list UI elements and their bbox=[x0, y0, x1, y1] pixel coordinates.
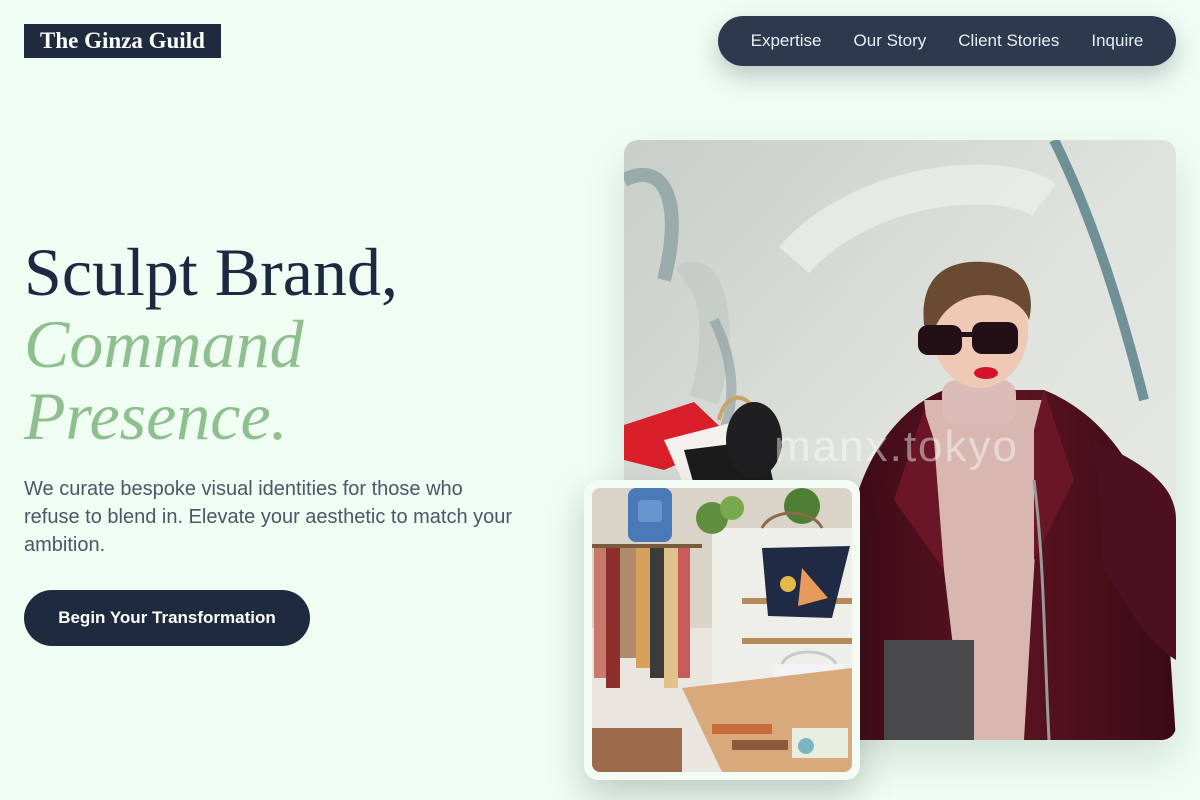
headline-line-1: Sculpt Brand, bbox=[24, 234, 398, 310]
headline-line-2: Command bbox=[24, 306, 304, 382]
begin-transformation-button[interactable]: Begin Your Transformation bbox=[24, 590, 310, 646]
nav-link-inquire[interactable]: Inquire bbox=[1091, 31, 1143, 51]
headline-line-3: Presence. bbox=[24, 378, 288, 454]
boutique-photo bbox=[592, 488, 852, 772]
boutique-illustration bbox=[592, 488, 852, 772]
nav-link-client-stories[interactable]: Client Stories bbox=[958, 31, 1059, 51]
brand-logo[interactable]: The Ginza Guild bbox=[24, 24, 221, 58]
nav-link-our-story[interactable]: Our Story bbox=[854, 31, 927, 51]
hero-headline: Sculpt Brand, Command Presence. bbox=[24, 236, 398, 452]
inset-photo-frame bbox=[584, 480, 860, 780]
main-nav: Expertise Our Story Client Stories Inqui… bbox=[718, 16, 1176, 66]
hero-lead-text: We curate bespoke visual identities for … bbox=[24, 478, 513, 556]
nav-link-expertise[interactable]: Expertise bbox=[751, 31, 822, 51]
landing-page: The Ginza Guild Expertise Our Story Clie… bbox=[0, 0, 1200, 800]
main-photo-watermark: manx.tokyo bbox=[774, 422, 1019, 471]
